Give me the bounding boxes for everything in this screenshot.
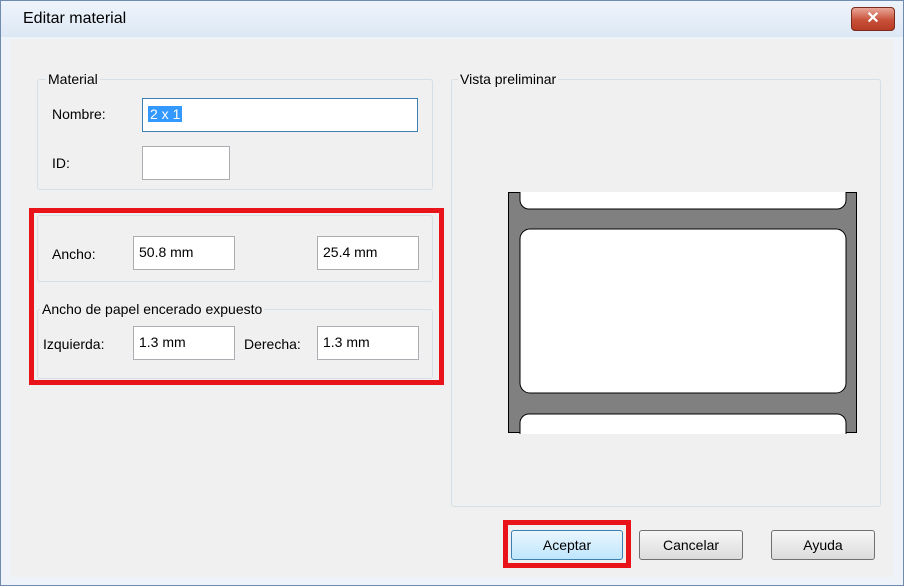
- name-input[interactable]: 2 x 1: [142, 98, 418, 132]
- id-input[interactable]: [142, 146, 230, 180]
- label-top-partial: [519, 192, 847, 210]
- help-button[interactable]: Ayuda: [771, 530, 875, 560]
- dialog-body: Material Nombre: 2 x 1 ID: Ancho: 50.8 m…: [11, 39, 893, 577]
- id-label: ID:: [52, 155, 70, 171]
- label-preview: [508, 192, 857, 434]
- cancel-button[interactable]: Cancelar: [639, 530, 743, 560]
- name-label: Nombre:: [52, 106, 106, 122]
- material-group-legend: Material: [46, 71, 100, 87]
- highlight-accept: [503, 520, 631, 568]
- highlight-size-fields: [29, 208, 444, 385]
- close-button[interactable]: ✕: [851, 7, 895, 31]
- material-group: Material Nombre: 2 x 1 ID:: [37, 71, 433, 190]
- preview-group: Vista preliminar: [451, 71, 881, 507]
- close-icon: ✕: [866, 10, 880, 27]
- preview-legend: Vista preliminar: [458, 71, 559, 87]
- label-main: [519, 228, 847, 394]
- name-value: 2 x 1: [148, 106, 183, 122]
- edit-material-dialog: Editar material ✕ Material Nombre: 2 x 1…: [0, 0, 904, 586]
- label-bottom-partial: [519, 413, 847, 434]
- title-bar[interactable]: Editar material ✕: [1, 1, 903, 37]
- dialog-title: Editar material: [23, 10, 127, 27]
